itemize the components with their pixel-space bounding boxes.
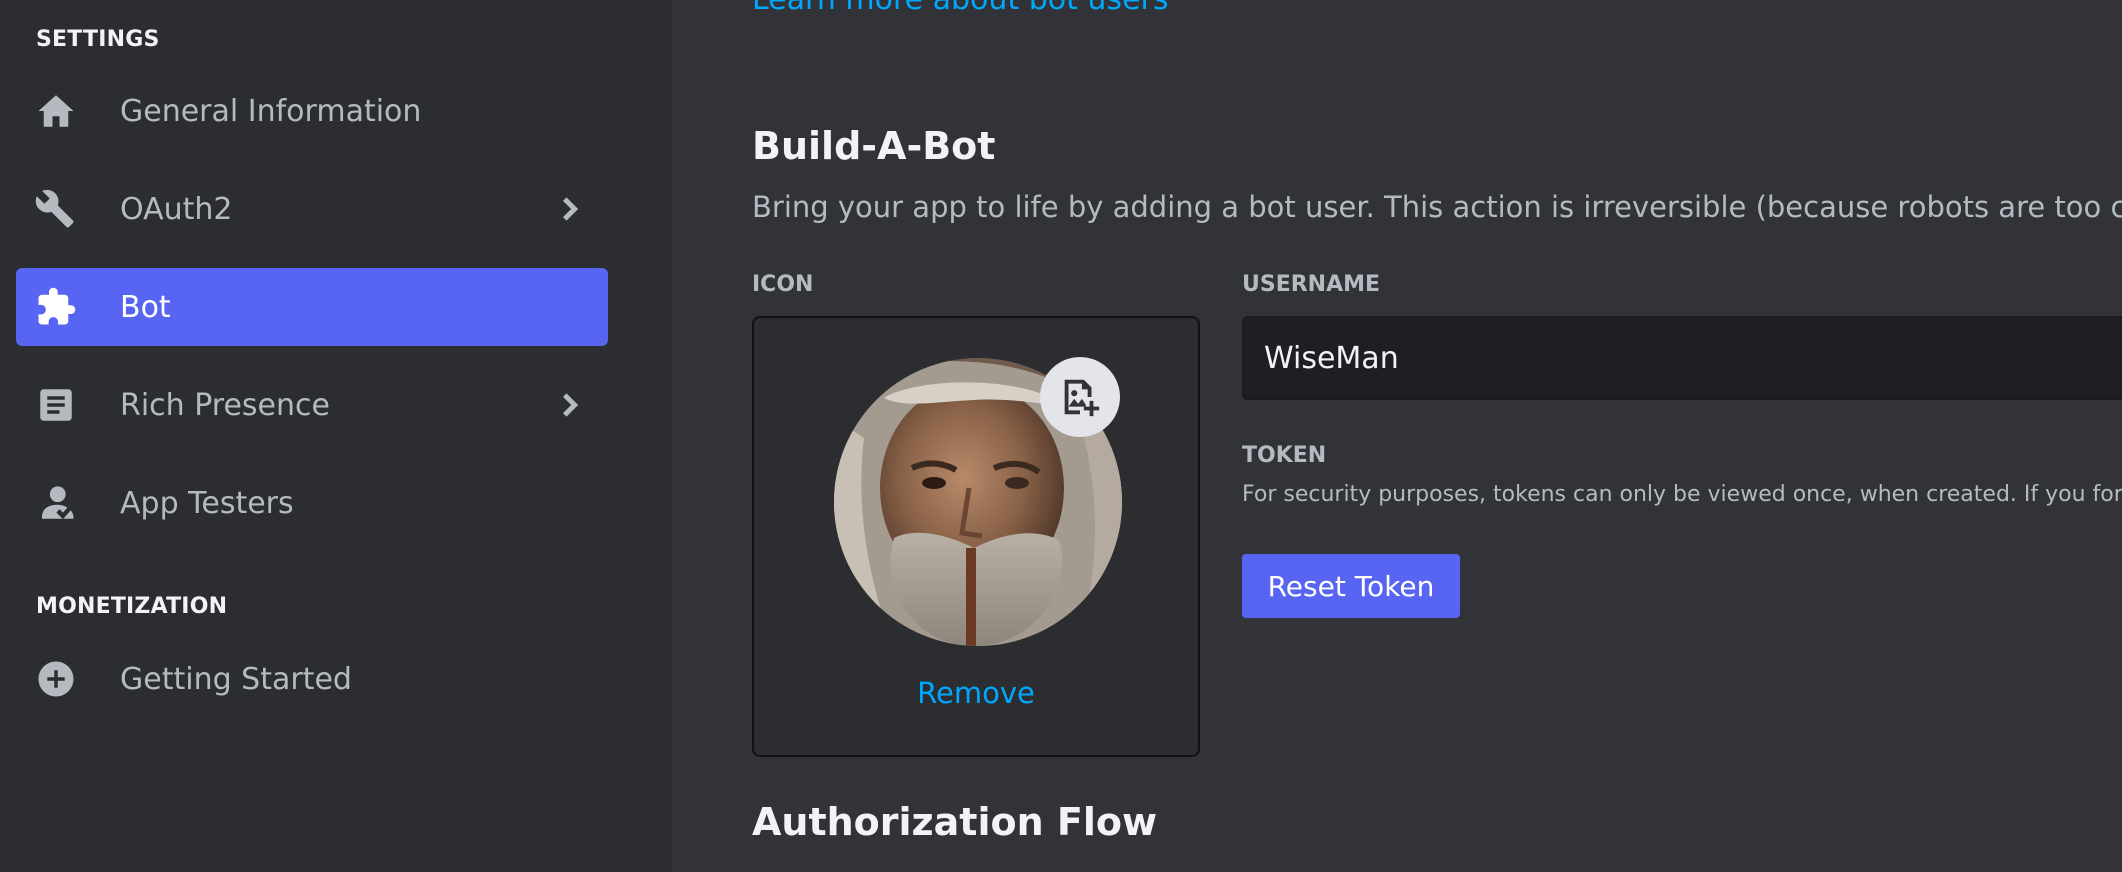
sidebar-item-label: OAuth2 bbox=[120, 191, 233, 227]
sidebar-item-app-testers[interactable]: App Testers bbox=[16, 464, 608, 542]
remove-icon-link[interactable]: Remove bbox=[754, 676, 1198, 710]
sidebar-item-label: Getting Started bbox=[120, 661, 352, 697]
icon-label: ICON bbox=[752, 272, 814, 297]
main-content: Learn more about bot users Build-A-Bot B… bbox=[672, 0, 2122, 872]
app-window: SETTINGS General Information OAuth2 Bot bbox=[0, 0, 2122, 872]
home-icon bbox=[34, 89, 78, 133]
wrench-icon bbox=[34, 187, 78, 231]
sidebar-item-label: Bot bbox=[120, 289, 171, 325]
build-a-bot-description: Bring your app to life by adding a bot u… bbox=[752, 190, 2122, 224]
chevron-right-icon bbox=[552, 388, 586, 422]
sidebar-item-getting-started[interactable]: Getting Started bbox=[16, 640, 608, 718]
document-icon bbox=[34, 383, 78, 427]
build-a-bot-title: Build-A-Bot bbox=[752, 124, 996, 168]
sidebar-item-label: Rich Presence bbox=[120, 387, 330, 423]
sidebar-item-general-information[interactable]: General Information bbox=[16, 72, 608, 150]
username-input[interactable] bbox=[1242, 316, 2122, 400]
chevron-right-icon bbox=[552, 192, 586, 226]
token-label: TOKEN bbox=[1242, 443, 1327, 468]
sidebar-item-rich-presence[interactable]: Rich Presence bbox=[16, 366, 608, 444]
sidebar: SETTINGS General Information OAuth2 Bot bbox=[0, 0, 672, 872]
username-label: USERNAME bbox=[1242, 272, 1381, 297]
bot-icon-uploader[interactable]: Remove bbox=[752, 316, 1200, 757]
monetization-heading: MONETIZATION bbox=[36, 594, 228, 619]
plus-circle-icon bbox=[34, 657, 78, 701]
image-add-icon bbox=[1064, 379, 1100, 417]
sidebar-item-oauth2[interactable]: OAuth2 bbox=[16, 170, 608, 248]
authorization-flow-title: Authorization Flow bbox=[752, 800, 1158, 844]
upload-image-button[interactable] bbox=[1040, 357, 1120, 437]
settings-heading: SETTINGS bbox=[36, 27, 160, 52]
person-icon bbox=[34, 481, 78, 525]
reset-token-button[interactable]: Reset Token bbox=[1242, 554, 1460, 618]
sidebar-item-label: General Information bbox=[120, 93, 422, 129]
puzzle-icon bbox=[34, 285, 78, 329]
sidebar-item-label: App Testers bbox=[120, 485, 294, 521]
sidebar-item-bot[interactable]: Bot bbox=[16, 268, 608, 346]
learn-more-link[interactable]: Learn more about bot users bbox=[752, 0, 1168, 17]
token-description: For security purposes, tokens can only b… bbox=[1242, 482, 2122, 507]
